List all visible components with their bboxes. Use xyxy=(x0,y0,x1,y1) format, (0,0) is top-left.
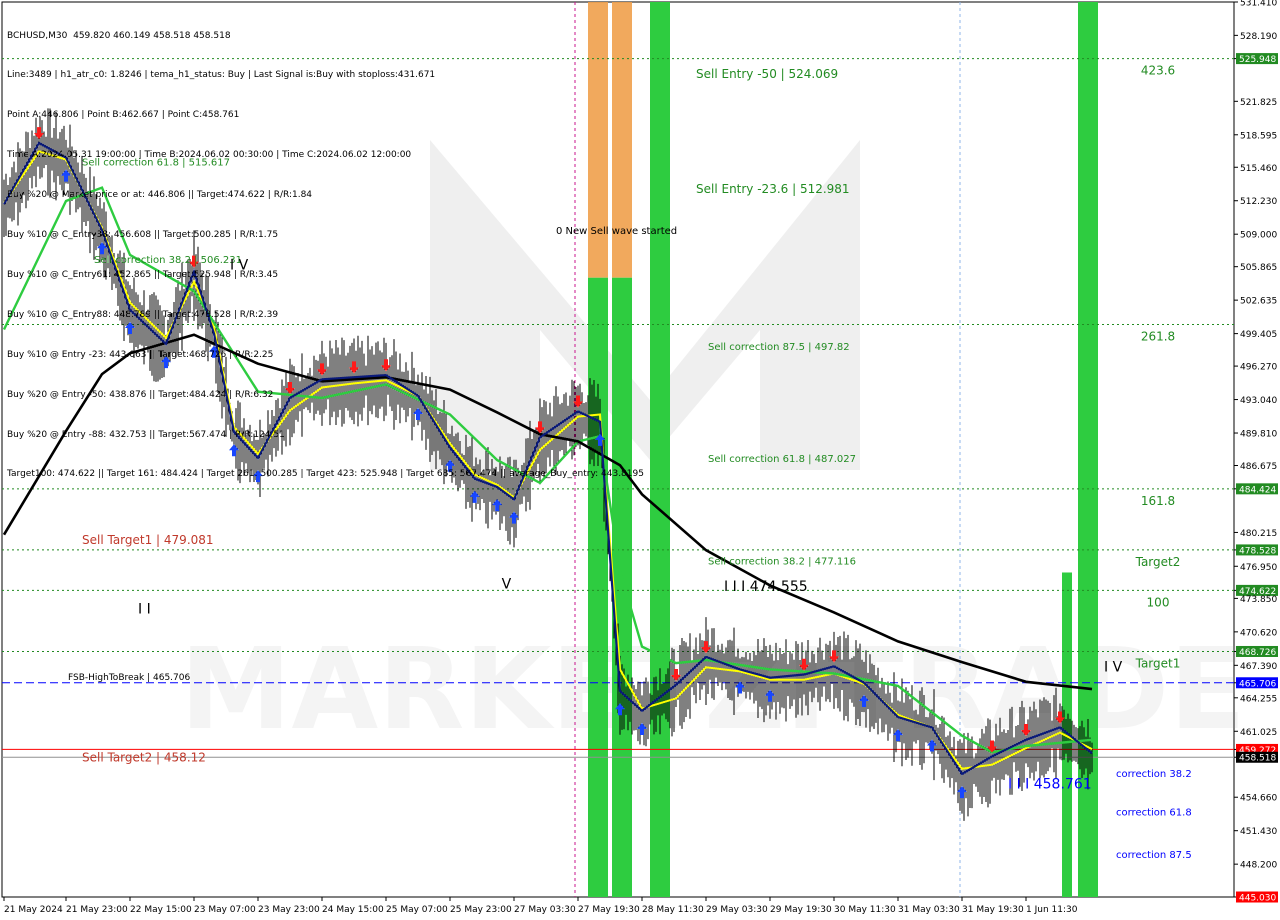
chart-annotation: correction 87.5 xyxy=(1116,850,1192,861)
chart-annotation: correction 61.8 xyxy=(1116,807,1192,818)
price-axis-label: 521.825 xyxy=(1240,98,1277,108)
price-axis-label: 454.660 xyxy=(1240,794,1277,804)
price-axis-label: 502.635 xyxy=(1240,297,1277,307)
chart-annotation: V xyxy=(502,577,512,593)
price-axis-label: 499.405 xyxy=(1240,330,1277,340)
time-axis-label: 21 May 2024 xyxy=(4,905,63,915)
chart-annotation: Sell correction 38.2 | 477.116 xyxy=(708,557,856,568)
price-axis-label: 486.675 xyxy=(1240,462,1277,472)
price-axis-label: 464.255 xyxy=(1240,694,1277,704)
info-buy-market-line: Buy %20 @ Market price or at: 446.806 ||… xyxy=(7,190,313,201)
info-panel: BCHUSD,M30 459.820 460.149 458.518 458.5… xyxy=(7,3,644,495)
time-axis-label: 30 May 11:30 xyxy=(834,905,896,915)
time-axis-label: 31 May 03:30 xyxy=(898,905,960,915)
price-axis-label: 461.025 xyxy=(1240,728,1277,738)
info-buy-entry-50-line: Buy %20 @ Entry -50: 438.876 || Target:4… xyxy=(7,389,274,400)
price-axis-label: 489.810 xyxy=(1240,430,1277,440)
info-times-line: Time A:2024.05.31 19:00:00 | Time B:2024… xyxy=(7,150,412,161)
time-axis-label: 21 May 23:00 xyxy=(66,905,128,915)
time-axis-label: 31 May 19:30 xyxy=(962,905,1024,915)
green-zone xyxy=(650,2,670,897)
price-axis-label: 470.620 xyxy=(1240,628,1277,638)
time-axis-label: 25 May 23:00 xyxy=(450,905,512,915)
info-buy-entry-23-line: Buy %10 @ Entry -23: 443.063 || Target:4… xyxy=(7,349,274,360)
time-axis-label: 22 May 15:00 xyxy=(130,905,192,915)
chart-annotation: Sell Target2 | 458.12 xyxy=(82,750,206,764)
info-points-line: Point A:446.806 | Point B:462.667 | Poin… xyxy=(7,110,240,121)
price-axis-label: 515.460 xyxy=(1240,164,1277,174)
info-targets-line: Target100: 474.622 || Target 161: 484.42… xyxy=(7,469,644,480)
info-status-line: Line:3489 | h1_atr_c0: 1.8246 | tema_h1_… xyxy=(7,70,436,81)
price-axis-label: 496.270 xyxy=(1240,363,1277,373)
info-buy-entry38-line: Buy %10 @ C_Entry38: 456.608 || Target:5… xyxy=(7,230,279,241)
time-axis-label: 27 May 19:30 xyxy=(578,905,640,915)
price-axis-label: 451.430 xyxy=(1240,827,1277,837)
price-axis-label: 480.215 xyxy=(1240,529,1277,539)
level-label: 100 xyxy=(1147,595,1170,609)
info-buy-entry88-line: Buy %10 @ C_Entry88: 448.789 || Target:4… xyxy=(7,309,279,320)
level-label: 261.8 xyxy=(1141,329,1175,343)
price-axis-label: 528.190 xyxy=(1240,32,1277,42)
time-axis-label: 24 May 15:00 xyxy=(322,905,384,915)
level-label: Target1 xyxy=(1135,656,1181,670)
info-symbol-line: BCHUSD,M30 459.820 460.149 458.518 458.5… xyxy=(7,30,231,41)
chart-annotation: I I I 474.555 xyxy=(724,579,808,595)
info-buy-entry-88-line: Buy %20 @ Entry -88: 432.753 || Target:5… xyxy=(7,429,285,440)
chart-annotation: I V xyxy=(1104,659,1123,675)
time-axis-label: 28 May 11:30 xyxy=(642,905,704,915)
price-axis-label: 478.528 xyxy=(1239,546,1276,556)
price-axis-label: 512.230 xyxy=(1240,197,1277,207)
price-axis-label: 467.390 xyxy=(1240,662,1277,672)
time-axis-label: 23 May 23:00 xyxy=(258,905,320,915)
price-axis-label: 518.595 xyxy=(1240,131,1277,141)
time-axis-label: 29 May 19:30 xyxy=(770,905,832,915)
level-label: 161.8 xyxy=(1141,494,1175,508)
price-axis-label: 476.950 xyxy=(1240,563,1277,573)
price-axis-label: 493.040 xyxy=(1240,396,1277,406)
chart-annotation: Sell correction 61.8 | 487.027 xyxy=(708,454,856,465)
price-axis-label: 505.865 xyxy=(1240,263,1277,273)
price-axis-label: 445.030 xyxy=(1239,894,1276,904)
price-axis-label: 531.410 xyxy=(1240,0,1277,9)
price-axis-label: 458.518 xyxy=(1239,754,1276,764)
chart-annotation: I I I 458.761 xyxy=(1008,777,1092,793)
fsb-label: FSB-HighToBreak | 465.706 xyxy=(68,673,190,683)
chart-annotation: Sell Target1 | 479.081 xyxy=(82,533,214,547)
level-label: Target2 xyxy=(1135,555,1181,569)
time-axis-label: 29 May 03:30 xyxy=(706,905,768,915)
info-buy-entry61-line: Buy %10 @ C_Entry61: 452.865 || Target:5… xyxy=(7,269,279,280)
price-axis-label: 468.726 xyxy=(1239,648,1276,658)
level-label: 423.6 xyxy=(1141,64,1175,78)
price-axis-label: 473.850 xyxy=(1240,595,1277,605)
chart-annotation: correction 38.2 xyxy=(1116,769,1192,780)
price-axis-label: 484.424 xyxy=(1239,485,1276,495)
price-axis-label: 448.200 xyxy=(1240,861,1277,871)
price-axis-label: 465.706 xyxy=(1239,679,1276,689)
chart-annotation: Sell correction 87.5 | 497.82 xyxy=(708,342,850,353)
chart-annotation: Sell Entry -23.6 | 512.981 xyxy=(696,182,850,196)
time-axis-label: 1 Jun 11:30 xyxy=(1026,905,1078,915)
price-axis-label: 509.000 xyxy=(1240,231,1277,241)
chart-annotation: Sell Entry -50 | 524.069 xyxy=(696,67,838,81)
time-axis-label: 27 May 03:30 xyxy=(514,905,576,915)
time-axis-label: 23 May 07:00 xyxy=(194,905,256,915)
time-axis-label: 25 May 07:00 xyxy=(386,905,448,915)
chart-annotation: I I xyxy=(138,601,151,617)
price-axis-label: 525.948 xyxy=(1239,55,1276,65)
